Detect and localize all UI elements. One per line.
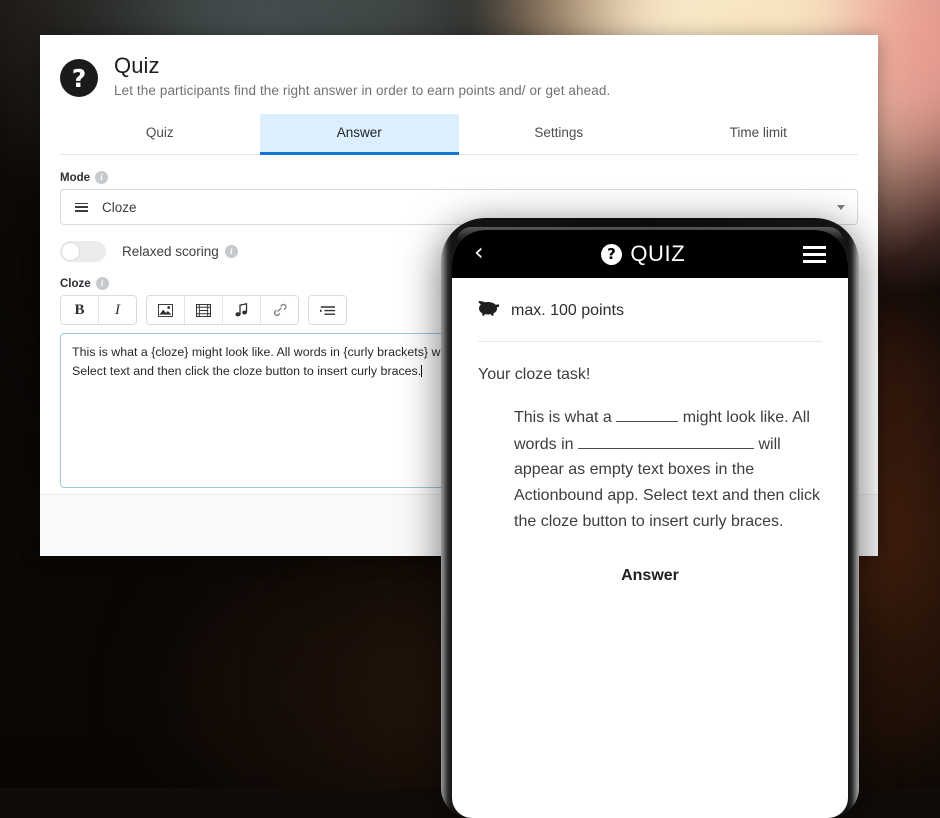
app-topbar: ‹ ? QUIZ (452, 230, 848, 278)
link-button[interactable] (261, 296, 298, 325)
cloze-label: Cloze (60, 277, 91, 290)
link-icon (272, 303, 287, 317)
audio-button[interactable] (223, 296, 261, 325)
app-title: ? QUIZ (601, 241, 685, 267)
toolbar-group-text: B I (60, 295, 137, 326)
piggy-bank-icon (478, 300, 500, 321)
max-points-label: max. 100 points (511, 301, 624, 319)
phone-screen: ‹ ? QUIZ max. 100 points Your cloze task… (452, 230, 848, 818)
hamburger-menu-icon[interactable] (803, 245, 826, 263)
mode-select-value: Cloze (102, 199, 137, 215)
tab-time-limit[interactable]: Time limit (659, 114, 859, 155)
app-content: max. 100 points Your cloze task! This is… (452, 278, 848, 585)
toolbar-group-media (146, 295, 299, 326)
page-title: Quiz (114, 53, 160, 78)
toolbar-group-cloze (308, 295, 347, 326)
info-icon[interactable]: i (224, 245, 238, 259)
tab-quiz[interactable]: Quiz (60, 114, 260, 155)
task-title: Your cloze task! (478, 366, 591, 383)
cloze-blank-field[interactable] (616, 404, 679, 422)
film-icon (196, 303, 211, 317)
mode-label: Mode (60, 171, 91, 184)
bold-button[interactable]: B (61, 296, 99, 325)
phone-mockup: ‹ ? QUIZ max. 100 points Your cloze task… (441, 218, 859, 818)
max-points-row: max. 100 points (478, 278, 822, 342)
cloze-blank-field[interactable] (578, 431, 755, 449)
info-icon[interactable]: i (95, 171, 109, 185)
relaxed-scoring-label: Relaxed scoring (122, 244, 219, 260)
chevron-down-icon (837, 204, 845, 210)
toggle-knob (61, 242, 80, 262)
editor-header-text: Quiz Let the participants find the right… (114, 53, 611, 99)
italic-button[interactable]: I (99, 296, 136, 325)
page-subtitle: Let the participants find the right answ… (114, 83, 611, 99)
editor-header: ? Quiz Let the participants find the rig… (40, 35, 878, 98)
list-lines-icon (75, 202, 88, 212)
cloze-preview: This is what a might look like. All word… (478, 390, 822, 535)
cloze-preview-part-1: This is what a (514, 408, 612, 426)
cloze-text-line-2: Select text and then click the cloze but… (72, 364, 422, 379)
image-icon (158, 303, 173, 317)
cloze-lines-icon (319, 305, 336, 316)
relaxed-scoring-label-row: Relaxed scoring i (122, 244, 238, 259)
tab-settings[interactable]: Settings (459, 114, 659, 155)
music-note-icon (235, 303, 248, 317)
video-button[interactable] (185, 296, 223, 325)
info-icon[interactable]: i (95, 277, 109, 291)
editor-tabs: Quiz Answer Settings Time limit (60, 114, 859, 156)
back-icon[interactable]: ‹ (474, 240, 484, 264)
image-button[interactable] (147, 296, 185, 325)
relaxed-scoring-toggle[interactable] (60, 241, 106, 263)
question-mark-circle-icon: ? (601, 243, 623, 265)
app-title-label: QUIZ (630, 241, 686, 266)
mode-label-row: Mode i (60, 171, 858, 185)
text-cursor (421, 365, 423, 378)
question-mark-circle-icon: ? (60, 59, 98, 97)
answer-button[interactable]: Answer (478, 567, 822, 585)
cloze-button[interactable] (309, 296, 346, 325)
tab-answer[interactable]: Answer (259, 114, 459, 156)
